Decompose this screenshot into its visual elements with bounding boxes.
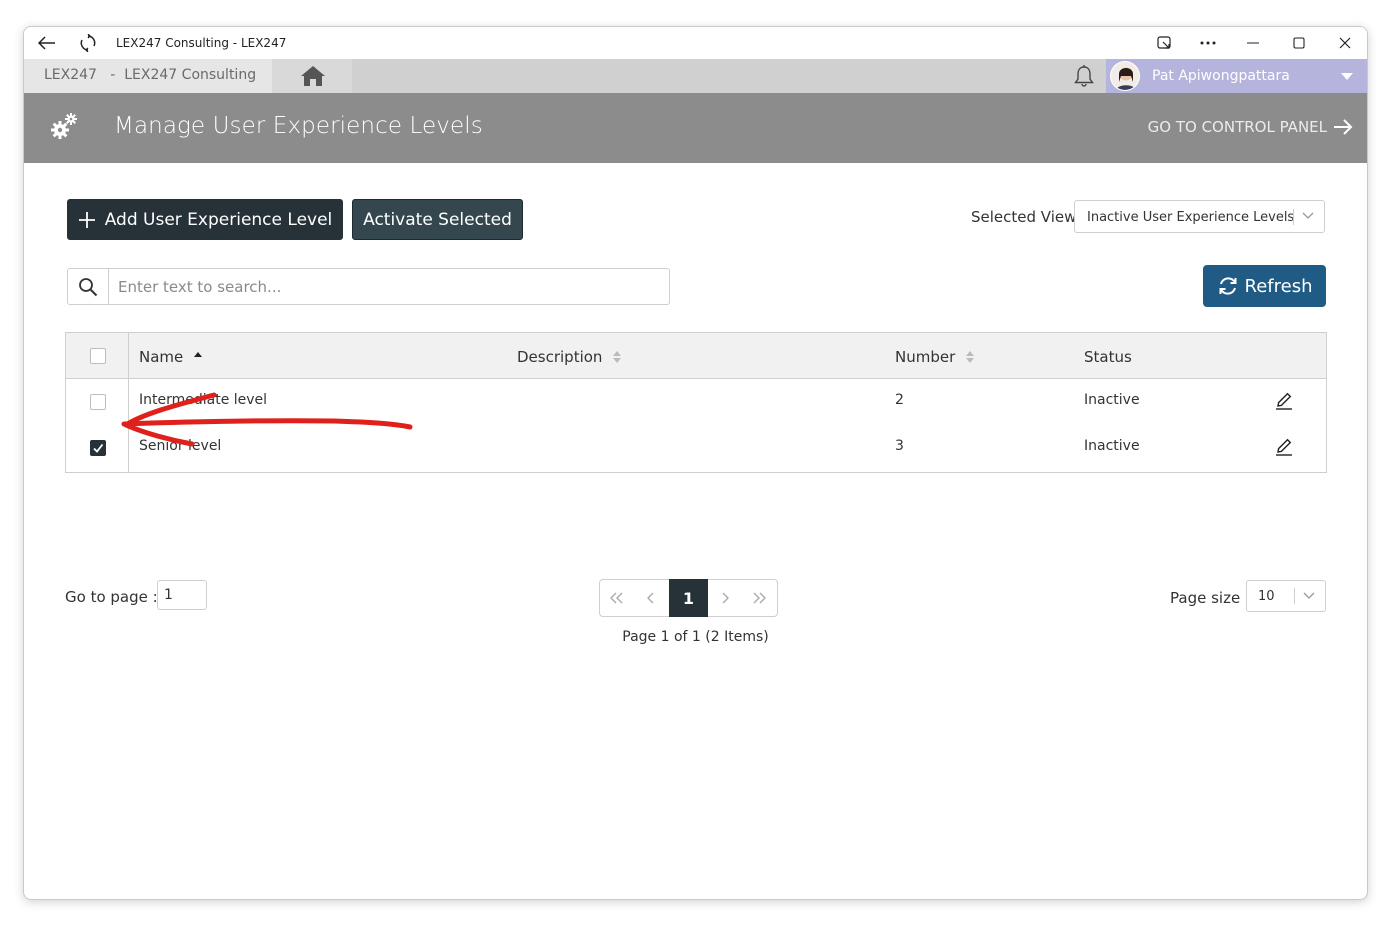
column-header-description[interactable]: Description (517, 348, 622, 366)
add-button-label: Add User Experience Level (104, 209, 333, 230)
chevron-down-icon (1302, 212, 1314, 219)
go-to-page-input[interactable] (157, 580, 207, 610)
activate-selected-button[interactable]: Activate Selected (352, 199, 523, 240)
more-options-icon[interactable] (1188, 31, 1228, 55)
title-bar: LEX247 Consulting - LEX247 (24, 27, 1367, 59)
pager-info: Page 1 of 1 (2 Items) (622, 629, 769, 645)
reload-icon[interactable] (76, 33, 100, 53)
row-name: Senior level (139, 438, 222, 454)
select-all-checkbox[interactable] (90, 348, 106, 364)
current-page-button[interactable]: 1 (669, 579, 708, 617)
column-description-label: Description (517, 348, 603, 366)
checkmark-icon (93, 443, 104, 453)
row-status: Inactive (1084, 392, 1140, 408)
column-number-label: Number (895, 348, 956, 366)
browser-window: LEX247 Consulting - LEX247 LEX247 - LEX2… (23, 26, 1368, 900)
breadcrumb[interactable]: LEX247 - LEX247 Consulting (24, 59, 272, 93)
app-mode-icon[interactable] (1145, 31, 1185, 55)
refresh-button-label: Refresh (1244, 275, 1313, 297)
sort-icon (613, 351, 622, 363)
row-checkbox[interactable] (90, 394, 106, 410)
column-header-number[interactable]: Number (895, 348, 975, 366)
close-icon[interactable] (1325, 31, 1365, 55)
chevron-down-icon (1303, 592, 1315, 599)
bell-icon[interactable] (1072, 64, 1096, 88)
table-row[interactable]: Senior level 3 Inactive (66, 425, 1326, 471)
sort-icon (966, 351, 975, 363)
pager: 1 (599, 579, 778, 617)
avatar[interactable] (1110, 61, 1140, 91)
page-header: Manage User Experience Levels GO TO CONT… (24, 93, 1367, 163)
row-number: 3 (895, 438, 904, 454)
add-user-experience-level-button[interactable]: Add User Experience Level (67, 199, 343, 240)
maximize-icon[interactable] (1279, 31, 1319, 55)
row-number: 2 (895, 392, 904, 408)
grid-header: Name Description Number Status (66, 333, 1326, 379)
window-title: LEX247 Consulting - LEX247 (116, 36, 287, 50)
next-page-icon[interactable] (708, 580, 742, 616)
column-name-label: Name (139, 348, 184, 366)
page-size-value: 10 (1258, 589, 1275, 604)
column-header-status: Status (1084, 348, 1132, 366)
row-checkbox[interactable] (90, 440, 106, 456)
previous-page-icon[interactable] (634, 580, 668, 616)
go-to-page-label: Go to page : (65, 588, 158, 606)
page-size-dropdown[interactable]: 10 (1246, 580, 1326, 612)
activate-button-label: Activate Selected (363, 209, 512, 230)
back-arrow-icon[interactable] (35, 33, 59, 53)
arrow-right-icon (1334, 119, 1353, 135)
go-to-control-panel-label: GO TO CONTROL PANEL (1147, 118, 1327, 136)
row-status: Inactive (1084, 438, 1140, 454)
home-icon[interactable] (296, 63, 330, 89)
pencil-icon[interactable] (1274, 391, 1294, 411)
page-title: Manage User Experience Levels (114, 113, 483, 139)
go-to-control-panel-link[interactable]: GO TO CONTROL PANEL (1148, 118, 1353, 136)
selected-view-dropdown[interactable]: Inactive User Experience Levels (1074, 200, 1325, 233)
table-row[interactable]: Intermediate level 2 Inactive (66, 379, 1326, 425)
dropdown-separator (1293, 209, 1294, 225)
user-name: Pat Apiwongpattara (1152, 68, 1290, 84)
selected-view-value: Inactive User Experience Levels (1087, 210, 1295, 225)
pencil-icon[interactable] (1274, 437, 1294, 457)
column-header-name[interactable]: Name (139, 348, 203, 366)
refresh-icon (1219, 277, 1236, 295)
row-name: Intermediate level (139, 392, 268, 408)
search-input[interactable] (118, 276, 658, 298)
sort-ascending-icon (194, 352, 203, 357)
refresh-button[interactable]: Refresh (1203, 265, 1326, 307)
experience-levels-grid: Name Description Number Status Intermedi… (65, 332, 1327, 473)
search-box (67, 268, 670, 305)
selected-view-label: Selected View (971, 208, 1077, 226)
dropdown-separator (1294, 588, 1295, 604)
column-status-label: Status (1084, 348, 1132, 366)
last-page-icon[interactable] (742, 580, 776, 616)
search-icon[interactable] (68, 269, 109, 304)
first-page-icon[interactable] (600, 580, 634, 616)
chevron-down-icon[interactable] (1341, 73, 1353, 80)
page-size-label: Page size : (1170, 589, 1250, 607)
plus-icon (78, 211, 95, 228)
minimize-icon[interactable] (1233, 31, 1273, 55)
user-menu[interactable]: Pat Apiwongpattara (1106, 59, 1367, 93)
top-nav: LEX247 - LEX247 Consulting Pat Apiwongpa… (24, 59, 1367, 93)
gears-icon (48, 111, 80, 143)
